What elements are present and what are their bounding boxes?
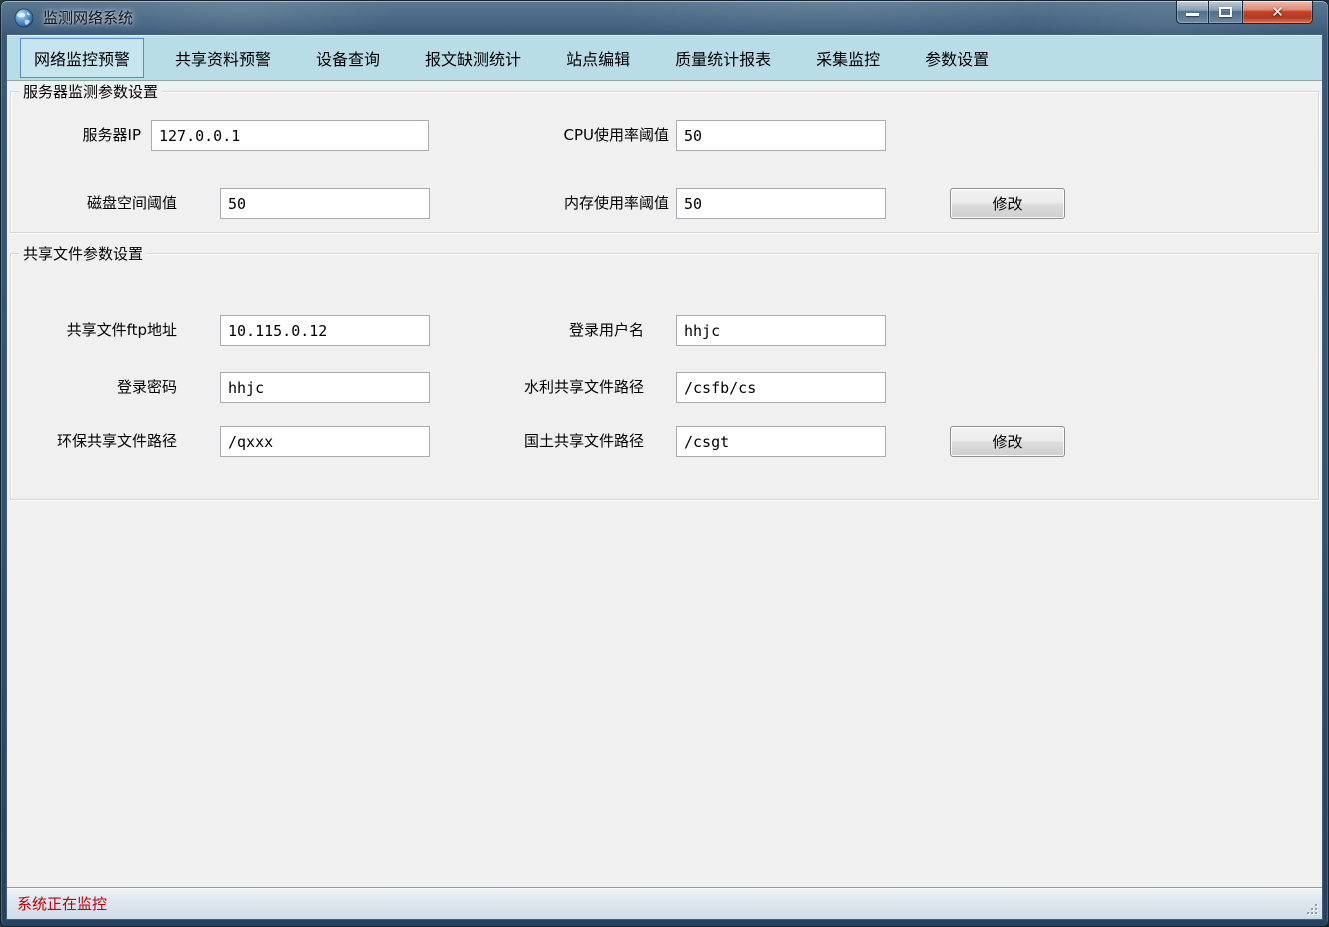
client-area: 网络监控预警 共享资料预警 设备查询 报文缺测统计 站点编辑 质量统计报表 采集… xyxy=(6,34,1323,920)
tab-parameter-settings[interactable]: 参数设置 xyxy=(911,38,1003,78)
disk-threshold-input[interactable] xyxy=(220,188,430,219)
ftp-address-input[interactable] xyxy=(220,315,430,346)
share-modify-button[interactable]: 修改 xyxy=(950,426,1065,457)
tab-collection-monitor[interactable]: 采集监控 xyxy=(802,38,894,78)
app-window: 监测网络系统 网络监控预警 共享资料预警 设备查询 报文缺测统计 站点编辑 质量… xyxy=(0,0,1329,927)
globe-icon xyxy=(14,8,34,28)
status-text: 系统正在监控 xyxy=(17,893,107,914)
tab-device-query[interactable]: 设备查询 xyxy=(302,38,394,78)
tab-network-monitor-alert[interactable]: 网络监控预警 xyxy=(20,38,144,78)
water-share-path-input[interactable] xyxy=(676,372,886,403)
memory-threshold-label: 内存使用率阈值 xyxy=(437,188,669,219)
env-share-path-label: 环保共享文件路径 xyxy=(17,426,177,457)
status-bar: 系统正在监控 xyxy=(7,887,1322,919)
memory-threshold-input[interactable] xyxy=(676,188,886,219)
server-ip-input[interactable] xyxy=(151,120,429,151)
maximize-button[interactable] xyxy=(1209,1,1243,24)
land-share-path-input[interactable] xyxy=(676,426,886,457)
window-title: 监测网络系统 xyxy=(43,7,133,28)
env-share-path-input[interactable] xyxy=(220,426,430,457)
disk-threshold-label: 磁盘空间阈值 xyxy=(17,188,177,219)
server-ip-label: 服务器IP xyxy=(17,120,141,151)
maximize-icon xyxy=(1219,7,1232,17)
water-share-path-label: 水利共享文件路径 xyxy=(437,372,644,403)
server-modify-button[interactable]: 修改 xyxy=(950,188,1065,219)
share-settings-group: 共享文件参数设置 xyxy=(10,253,1319,500)
tab-missing-report-stats[interactable]: 报文缺测统计 xyxy=(411,38,535,78)
cpu-threshold-input[interactable] xyxy=(676,120,886,151)
land-share-path-label: 国土共享文件路径 xyxy=(437,426,644,457)
share-settings-group-title: 共享文件参数设置 xyxy=(19,245,147,263)
ftp-address-label: 共享文件ftp地址 xyxy=(17,315,177,346)
tab-shared-data-alert[interactable]: 共享资料预警 xyxy=(161,38,285,78)
tab-strip: 网络监控预警 共享资料预警 设备查询 报文缺测统计 站点编辑 质量统计报表 采集… xyxy=(7,35,1322,81)
close-button[interactable] xyxy=(1243,1,1313,24)
minimize-button[interactable] xyxy=(1176,1,1209,24)
login-username-label: 登录用户名 xyxy=(437,315,644,346)
cpu-threshold-label: CPU使用率阈值 xyxy=(437,120,669,151)
login-username-input[interactable] xyxy=(676,315,886,346)
tab-station-edit[interactable]: 站点编辑 xyxy=(552,38,644,78)
minimize-icon xyxy=(1186,13,1199,16)
login-password-label: 登录密码 xyxy=(17,372,177,403)
window-controls xyxy=(1176,1,1313,24)
tab-quality-report[interactable]: 质量统计报表 xyxy=(661,38,785,78)
login-password-input[interactable] xyxy=(220,372,430,403)
title-bar[interactable]: 监测网络系统 xyxy=(1,1,1328,34)
close-icon xyxy=(1243,1,1312,23)
resize-grip-icon[interactable] xyxy=(1315,912,1317,914)
settings-panel: 服务器监测参数设置 服务器IP CPU使用率阈值 磁盘空间阈值 内存使用率阈值 … xyxy=(7,81,1322,887)
server-settings-group-title: 服务器监测参数设置 xyxy=(19,83,162,101)
